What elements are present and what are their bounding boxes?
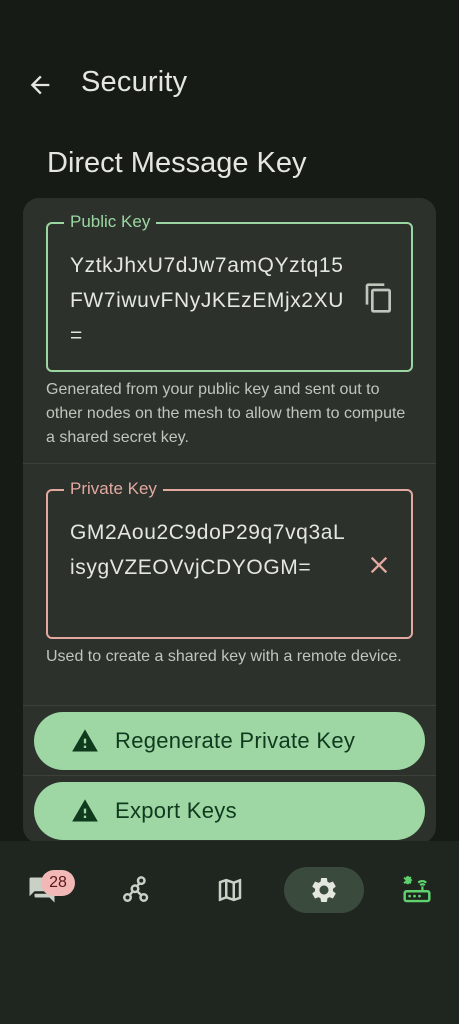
divider	[23, 705, 436, 706]
divider	[23, 463, 436, 464]
export-keys-button[interactable]: Export Keys	[34, 782, 425, 840]
regenerate-private-key-button[interactable]: Regenerate Private Key	[34, 712, 425, 770]
nav-connections[interactable]	[389, 867, 445, 913]
public-key-label: Public Key	[64, 210, 157, 234]
keys-card: Public Key YztkJhxU7dJw7amQYztq15FW7iwuv…	[23, 198, 436, 843]
public-key-field[interactable]: Public Key YztkJhxU7dJw7amQYztq15FW7iwuv…	[46, 210, 413, 372]
radio-connected-icon	[403, 875, 431, 903]
back-button[interactable]	[18, 65, 62, 105]
public-key-helper: Generated from your public key and sent …	[46, 381, 406, 446]
private-key-field[interactable]: Private Key GM2Aou2C9doP29q7vq3aLisygVZE…	[46, 477, 413, 639]
nav-nodes[interactable]	[107, 867, 163, 913]
clear-button[interactable]	[361, 547, 397, 583]
arrow-left-icon	[30, 75, 50, 95]
messages-badge: 28	[41, 870, 75, 896]
warning-icon	[72, 799, 98, 822]
bottom-navigation: 28	[0, 841, 459, 1024]
warning-icon	[72, 729, 98, 752]
top-app-bar: Security	[0, 50, 459, 120]
copy-button[interactable]	[361, 280, 397, 316]
page-title: Security	[81, 66, 188, 98]
divider	[23, 775, 436, 776]
close-icon	[370, 556, 388, 574]
copy-icon	[365, 283, 391, 313]
regenerate-label: Regenerate Private Key	[115, 728, 356, 753]
nodes-icon	[123, 876, 149, 902]
map-icon	[218, 878, 242, 902]
private-key-helper: Used to create a shared key with a remot…	[46, 648, 402, 665]
nav-map[interactable]	[202, 867, 258, 913]
nav-settings[interactable]	[284, 867, 364, 913]
settings-icon	[312, 878, 336, 902]
private-key-label: Private Key	[64, 477, 163, 501]
public-key-value[interactable]: YztkJhxU7dJw7amQYztq15FW7iwuvFNyJKEzEMjx…	[70, 248, 350, 353]
section-title: Direct Message Key	[47, 147, 307, 179]
export-label: Export Keys	[115, 798, 237, 823]
private-key-value[interactable]: GM2Aou2C9doP29q7vq3aLisygVZEOVvjCDYOGM=	[70, 515, 350, 585]
